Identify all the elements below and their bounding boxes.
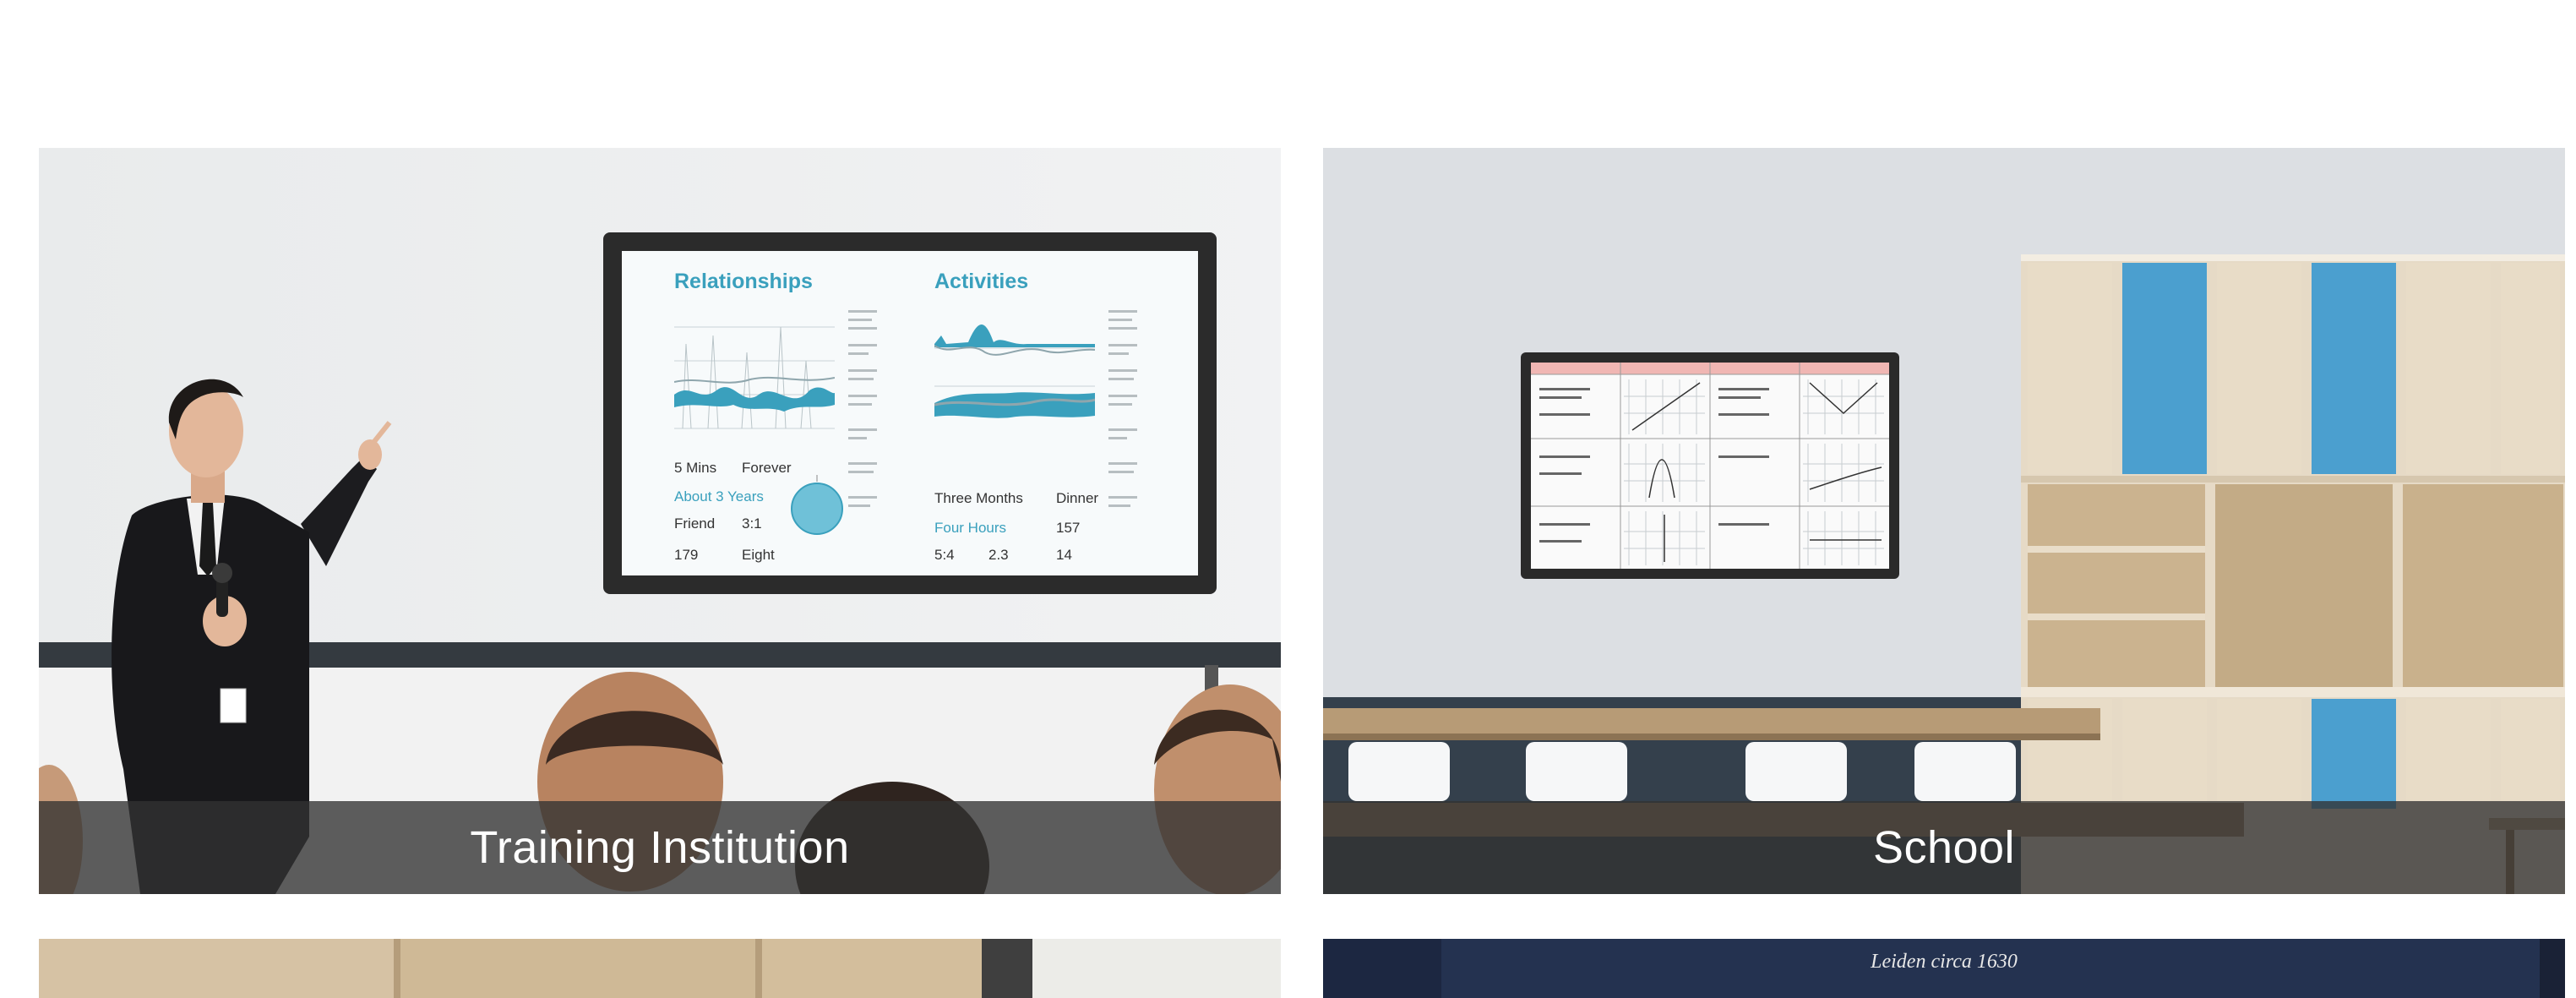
- activities-chart: [934, 324, 1095, 418]
- card-office-partial[interactable]: [39, 939, 1281, 998]
- stat-179: 179: [674, 547, 699, 563]
- stat-5-mins: 5 Mins: [674, 460, 717, 476]
- card-training-institution[interactable]: Relationships Activities 5 Mins Forever …: [39, 148, 1281, 894]
- caption-school: School: [1872, 822, 2016, 873]
- stat-four-hours: Four Hours: [934, 520, 1007, 536]
- caption-bar-school: School: [1323, 801, 2565, 894]
- wood-wall-background: [39, 939, 1281, 998]
- stat-three-months: Three Months: [934, 490, 1023, 506]
- heading-relationships: Relationships: [674, 270, 813, 293]
- text-column-right: [1108, 310, 1142, 568]
- circle-graphic: [791, 475, 843, 535]
- stat-5-4: 5:4: [934, 547, 955, 563]
- heading-activities: Activities: [934, 270, 1029, 293]
- display-screen: Relationships Activities 5 Mins Forever …: [622, 251, 1198, 575]
- math-graphs-grid: [1531, 363, 1889, 569]
- text-column-left: [848, 310, 882, 568]
- stat-forever: Forever: [742, 460, 792, 476]
- stat-3-1: 3:1: [742, 515, 762, 532]
- stat-2-3: 2.3: [988, 547, 1009, 563]
- stat-157: 157: [1056, 520, 1081, 536]
- stat-14: 14: [1056, 547, 1072, 563]
- card-museum-partial[interactable]: Leiden circa 1630: [1323, 939, 2565, 998]
- stat-dinner: Dinner: [1056, 490, 1099, 506]
- wall-display: Relationships Activities 5 Mins Forever …: [603, 232, 1217, 594]
- stat-about-3-years: About 3 Years: [674, 488, 764, 504]
- caption-training-institution: Training Institution: [470, 822, 850, 873]
- relationships-chart: [674, 326, 835, 429]
- stat-friend: Friend: [674, 515, 716, 532]
- wall-text: Leiden circa 1630: [1871, 951, 2018, 973]
- caption-bar-training-institution: Training Institution: [39, 801, 1281, 894]
- card-school[interactable]: School: [1323, 148, 2565, 894]
- classroom-display-screen: [1531, 363, 1889, 569]
- stat-eight: Eight: [742, 547, 775, 563]
